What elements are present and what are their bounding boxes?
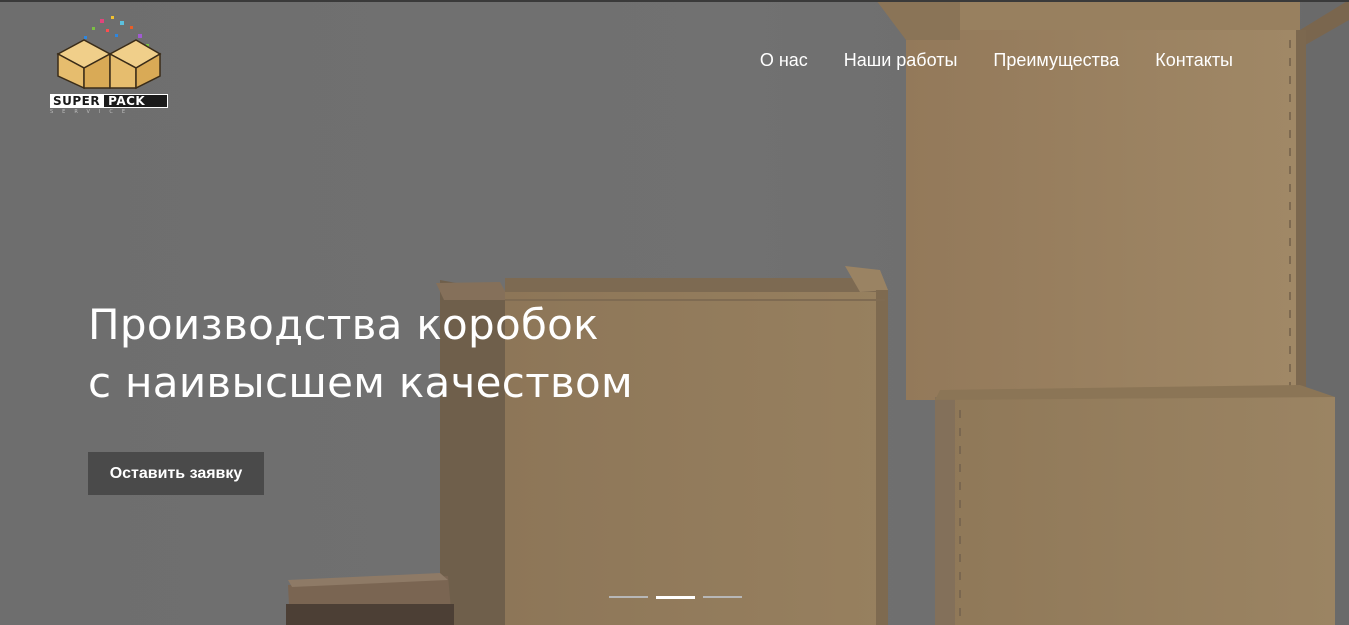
- nav-item-advantages[interactable]: Преимущества: [993, 49, 1119, 71]
- nav-item-contacts[interactable]: Контакты: [1155, 49, 1233, 71]
- logo-wordmark: SUPER PACK: [50, 94, 168, 108]
- hero-headline: Производства коробок с наивысшем качеств…: [88, 296, 633, 412]
- hero-section: SUPER PACK SERVICE О нас Наши работы Пре…: [0, 0, 1349, 625]
- slider-indicators: [609, 595, 742, 599]
- submit-request-button[interactable]: Оставить заявку: [88, 452, 264, 495]
- slide-indicator-3[interactable]: [703, 596, 742, 598]
- slide-indicator-1[interactable]: [609, 596, 648, 598]
- logo-word-pack: PACK: [103, 94, 168, 108]
- slide-indicator-2[interactable]: [656, 595, 695, 599]
- box-logo-icon: [56, 16, 162, 90]
- nav-item-works[interactable]: Наши работы: [844, 49, 958, 71]
- main-nav: О нас Наши работы Преимущества Контакты: [760, 49, 1233, 71]
- hero-headline-line-2: с наивысшем качеством: [88, 358, 633, 407]
- top-border: [0, 0, 1349, 2]
- logo-subtitle: SERVICE: [50, 109, 135, 115]
- nav-item-about[interactable]: О нас: [760, 49, 808, 71]
- brand-logo[interactable]: SUPER PACK SERVICE: [48, 14, 172, 120]
- logo-word-super: SUPER: [50, 94, 104, 108]
- hero-headline-line-1: Производства коробок: [88, 300, 599, 349]
